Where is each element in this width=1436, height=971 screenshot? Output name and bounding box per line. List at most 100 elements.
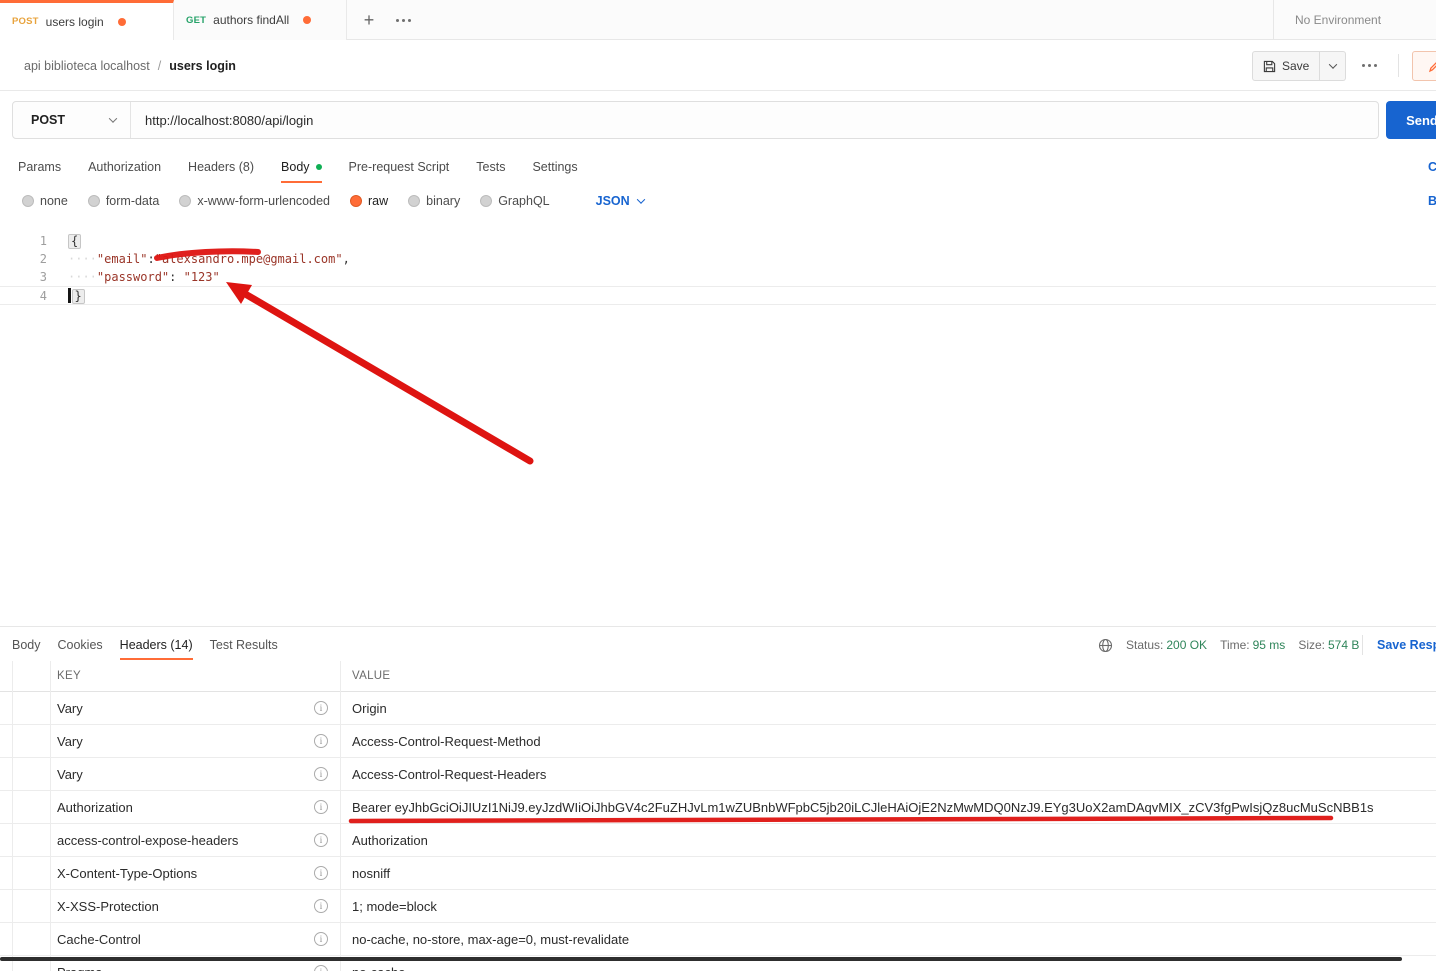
table-header-row: KEY VALUE <box>0 661 1436 692</box>
plus-icon: + <box>363 9 375 30</box>
divider <box>1398 54 1399 77</box>
request-more-actions-button[interactable] <box>1360 40 1378 91</box>
json-key-token: "password" <box>96 270 170 284</box>
postman-window: POST users login GET authors findAll + N… <box>0 0 1436 971</box>
line-number: 1 <box>39 234 47 248</box>
language-select-value: JSON <box>595 194 630 208</box>
save-button-group: Save <box>1252 51 1347 81</box>
body-mode-form-data[interactable]: form-data <box>87 194 159 208</box>
gutter-cell <box>0 758 50 790</box>
tab-title: users login <box>45 14 104 29</box>
tab-body[interactable]: Body <box>281 150 322 183</box>
gutter-cell <box>0 661 50 691</box>
header-key: Cache-Control <box>57 931 141 947</box>
body-mode-raw[interactable]: raw <box>350 194 388 208</box>
quote-token: " <box>154 252 162 266</box>
info-icon[interactable]: i <box>314 800 328 814</box>
line-number: 2 <box>39 252 47 266</box>
body-code-editor[interactable]: 1 { 2 ····"email":"alexsandro.mpe@gmail.… <box>0 220 1436 627</box>
body-mode-label: x-www-form-urlencoded <box>197 194 330 208</box>
tab-pre-request-script[interactable]: Pre-request Script <box>349 150 450 183</box>
colon-token: : <box>147 252 155 266</box>
comma-token: , <box>342 252 350 266</box>
info-icon[interactable]: i <box>314 866 328 880</box>
save-button[interactable]: Save <box>1252 51 1321 81</box>
table-row-authorization: Authorization i Bearer eyJhbGciOiJIUzI1Ni… <box>0 791 1436 824</box>
request-toolbar: api biblioteca localhost / users login S… <box>0 40 1436 91</box>
cookies-link[interactable]: Cookies <box>1428 150 1436 183</box>
breadcrumb-request-name[interactable]: users login <box>169 59 236 73</box>
new-tab-button[interactable]: + <box>358 0 380 40</box>
body-mode-graphql[interactable]: GraphQL <box>480 194 550 208</box>
info-icon[interactable]: i <box>314 833 328 847</box>
tab-options-button[interactable] <box>394 0 412 40</box>
url-input[interactable]: http://localhost:8080/api/login <box>131 102 1378 138</box>
radio-icon <box>87 195 100 207</box>
tab-settings[interactable]: Settings <box>532 150 577 183</box>
info-icon[interactable]: i <box>314 965 328 971</box>
close-brace-token: } <box>71 289 85 304</box>
tab-headers[interactable]: Headers (8) <box>188 150 254 183</box>
body-mode-none[interactable]: none <box>22 194 68 208</box>
environment-selector[interactable]: No Environment <box>1295 0 1381 40</box>
info-icon[interactable]: i <box>314 701 328 715</box>
text-cursor <box>68 288 71 303</box>
tab-title: authors findAll <box>213 13 290 27</box>
editor-line: 2 ····"email":"alexsandro.mpe@gmail.com"… <box>0 250 1436 268</box>
tab-authorization[interactable]: Authorization <box>88 150 161 183</box>
body-mode-label: raw <box>368 194 389 208</box>
send-button[interactable]: Send <box>1386 101 1436 139</box>
url-bar: POST http://localhost:8080/api/login <box>12 101 1379 139</box>
colon-token: : <box>169 270 184 284</box>
language-select[interactable]: JSON <box>595 194 645 208</box>
body-present-dot-icon <box>315 163 322 170</box>
method-select[interactable]: POST <box>13 102 131 138</box>
table-row: X-Content-Type-Options i nosniff <box>0 857 1436 890</box>
save-response-link[interactable]: Save Response <box>1377 630 1436 660</box>
email-domain-token: @gmail.com" <box>263 252 343 266</box>
line-number: 4 <box>39 289 47 303</box>
info-icon[interactable]: i <box>314 734 328 748</box>
breadcrumb-separator: / <box>157 58 162 73</box>
gutter-cell <box>0 692 50 724</box>
time-badge: Time: 95 ms <box>1220 638 1286 652</box>
table-row: Vary i Access-Control-Request-Headers <box>0 758 1436 791</box>
radio-icon <box>179 195 192 207</box>
unsaved-dot-icon <box>117 17 126 26</box>
editor-active-line: 4 } <box>0 286 1436 305</box>
radio-icon <box>408 195 421 207</box>
horizontal-scrollbar-thumb[interactable] <box>0 957 1402 961</box>
response-tab-headers[interactable]: Headers (14) <box>119 630 193 660</box>
beautify-link[interactable]: Beautify <box>1428 186 1436 216</box>
request-tab-users-login[interactable]: POST users login <box>0 0 174 40</box>
save-dropdown-button[interactable] <box>1320 51 1347 81</box>
body-mode-binary[interactable]: binary <box>408 194 460 208</box>
tab-method-label: POST <box>12 16 39 27</box>
save-icon <box>1263 60 1276 72</box>
breadcrumb-collection[interactable]: api biblioteca localhost <box>24 59 150 73</box>
response-tab-body[interactable]: Body <box>12 630 41 660</box>
breadcrumb: api biblioteca localhost / users login <box>24 40 236 91</box>
table-row: X-XSS-Protection i 1; mode=block <box>0 890 1436 923</box>
request-tab-authors-findall[interactable]: GET authors findAll <box>174 0 347 40</box>
tab-body-label: Body <box>281 159 310 174</box>
tab-params[interactable]: Params <box>18 150 61 183</box>
response-tab-test-results[interactable]: Test Results <box>210 630 278 660</box>
chevron-down-icon <box>636 195 645 204</box>
edit-button[interactable] <box>1412 51 1436 81</box>
header-value: no-cache <box>340 965 1436 971</box>
table-row: Vary i Origin <box>0 692 1436 725</box>
response-tab-cookies[interactable]: Cookies <box>58 630 103 660</box>
value-column-header: VALUE <box>352 670 391 682</box>
header-key: X-XSS-Protection <box>57 898 159 914</box>
header-value-bearer-token: Bearer eyJhbGciOiJIUzI1NiJ9.eyJzdWIiOiJh… <box>352 799 1374 815</box>
header-key: access-control-expose-headers <box>57 832 239 848</box>
tab-tests[interactable]: Tests <box>476 150 505 183</box>
info-icon[interactable]: i <box>314 899 328 913</box>
globe-icon[interactable] <box>1098 638 1113 653</box>
table-row: access-control-expose-headers i Authoriza… <box>0 824 1436 857</box>
gutter-cell <box>0 890 50 922</box>
info-icon[interactable]: i <box>314 767 328 781</box>
body-mode-x-www-form-urlencoded[interactable]: x-www-form-urlencoded <box>179 194 330 208</box>
info-icon[interactable]: i <box>314 932 328 946</box>
